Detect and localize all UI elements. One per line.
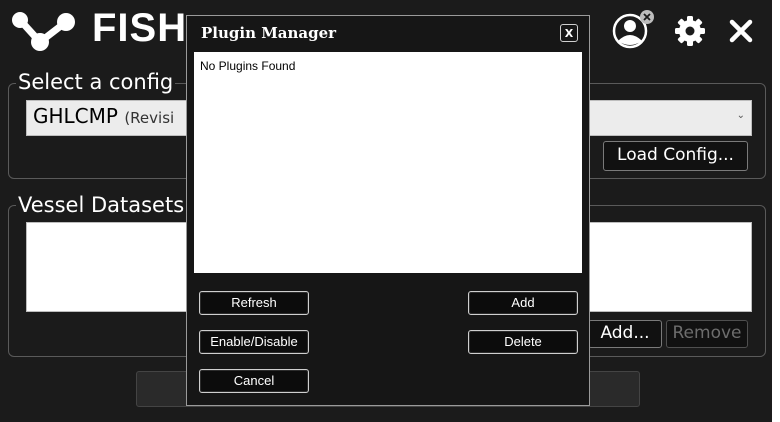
dialog-title: Plugin Manager (201, 24, 337, 42)
plugin-manager-dialog: Plugin Manager X No Plugins Found Refres… (186, 15, 590, 406)
add-plugin-button[interactable]: Add (468, 291, 578, 315)
dialog-close-button[interactable]: X (560, 24, 578, 42)
enable-disable-button[interactable]: Enable/Disable (199, 330, 309, 354)
close-icon[interactable] (728, 18, 754, 44)
plugin-empty-message: No Plugins Found (200, 59, 296, 73)
app-name: FISH (92, 6, 188, 50)
app-window: FISH Select a config GHLCMP (Revisi ⌄ Lo… (0, 0, 772, 422)
chevron-down-icon: ⌄ (736, 110, 745, 121)
config-select-name: GHLCMP (33, 104, 118, 128)
gear-icon[interactable] (674, 15, 706, 47)
plugin-list[interactable]: No Plugins Found (194, 52, 582, 273)
remove-vessel-button[interactable]: Remove (666, 320, 748, 348)
refresh-button[interactable]: Refresh (199, 291, 309, 315)
vessel-panel-title: Vessel Datasets (16, 193, 187, 217)
config-select-revision: (Revisi (124, 109, 175, 127)
config-panel-title: Select a config (16, 70, 176, 94)
cancel-button[interactable]: Cancel (199, 369, 309, 393)
background-window-edge (772, 0, 780, 422)
delete-plugin-button[interactable]: Delete (468, 330, 578, 354)
user-icon[interactable] (610, 9, 656, 53)
logo-icon (12, 12, 75, 51)
config-select-value: GHLCMP (Revisi (33, 104, 174, 128)
add-vessel-button[interactable]: Add... (588, 320, 662, 348)
load-config-button[interactable]: Load Config... (603, 141, 748, 171)
